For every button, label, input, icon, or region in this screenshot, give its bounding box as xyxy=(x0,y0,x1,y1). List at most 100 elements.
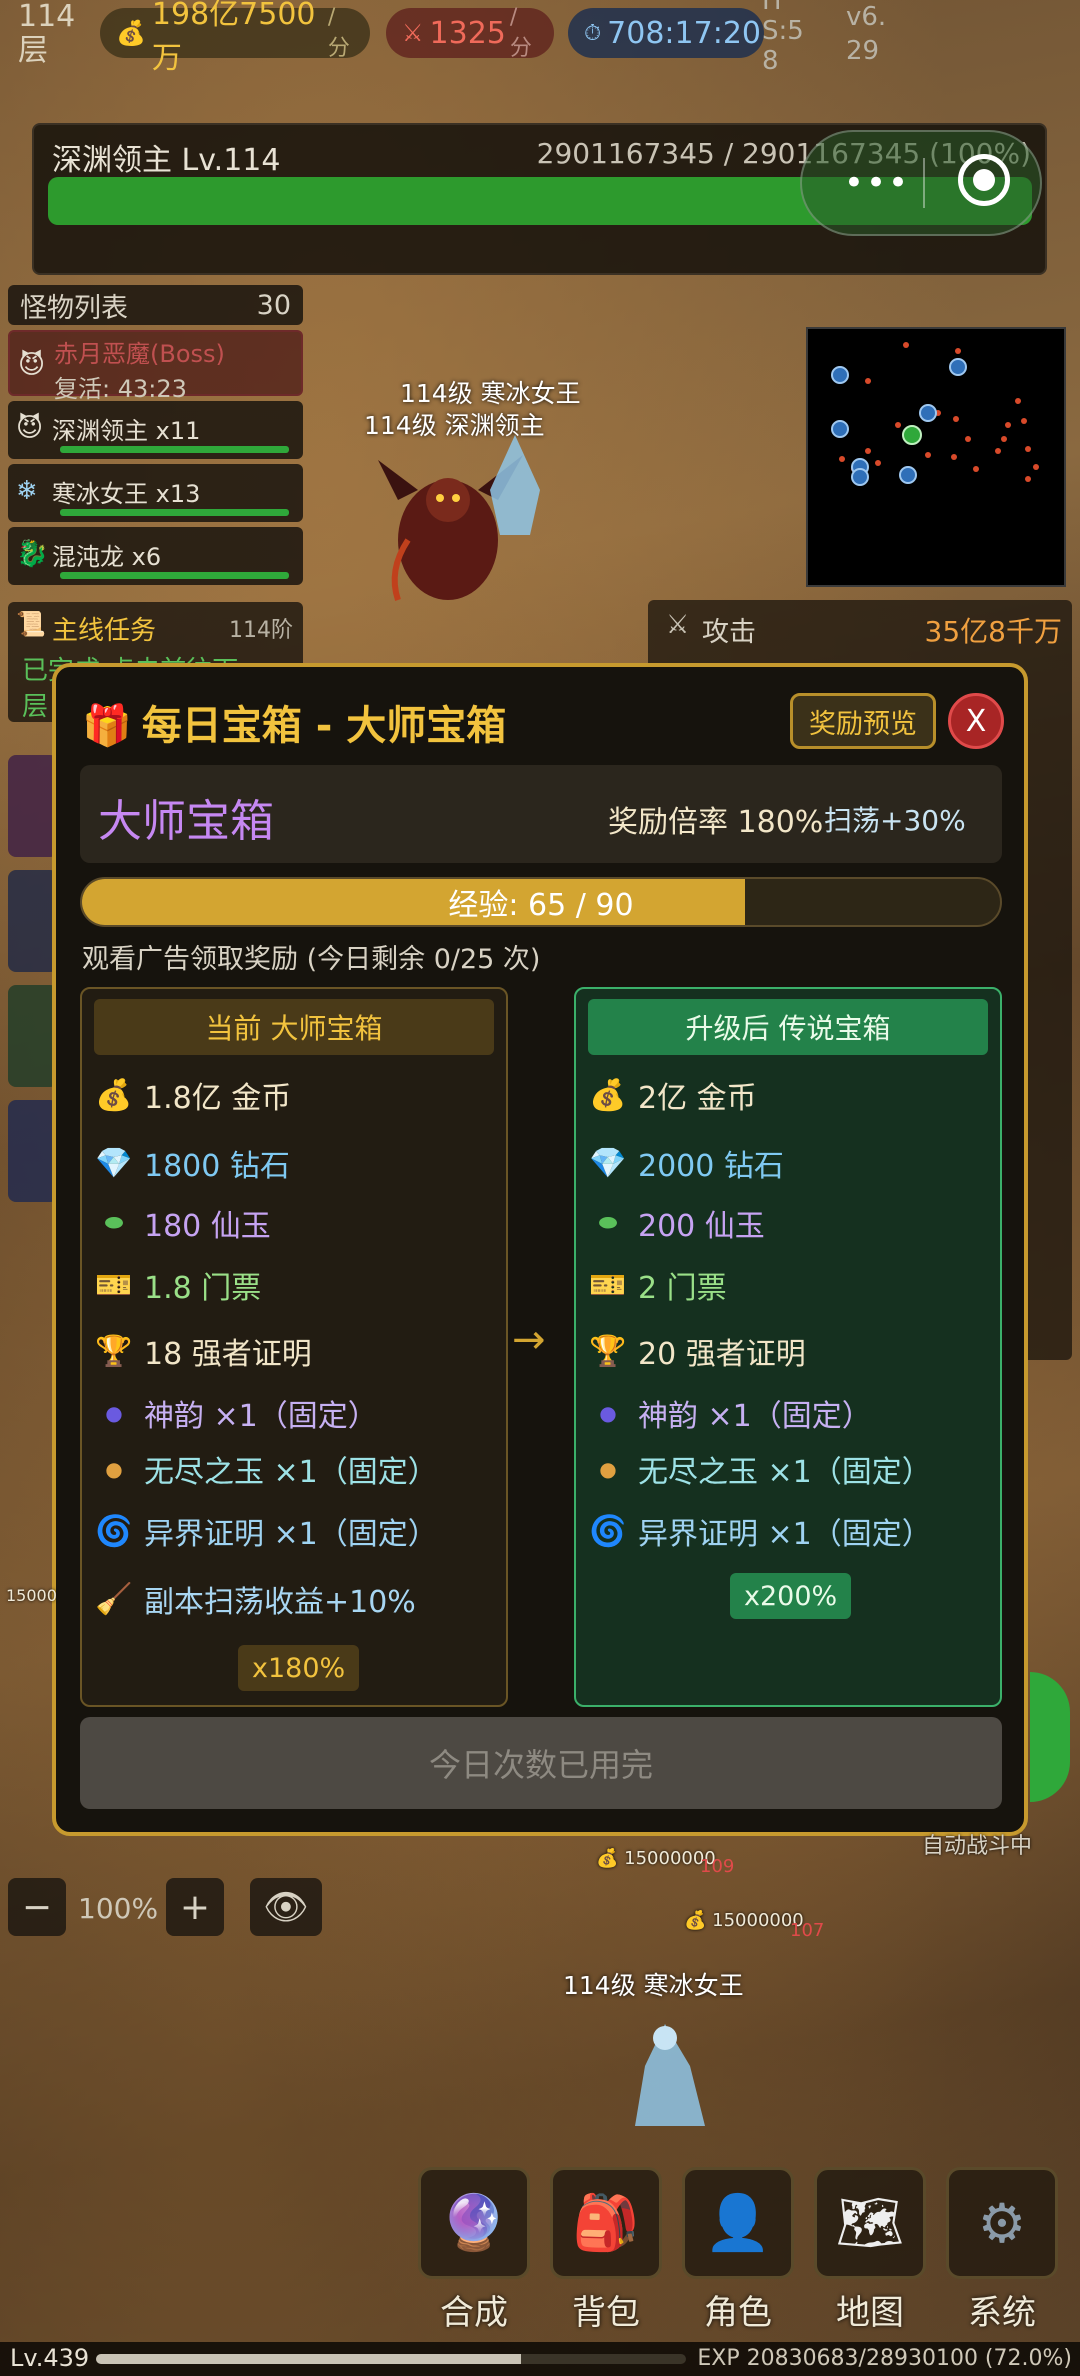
next-chest-column: 升级后 传说宝箱 💰 2亿 金币 💎 2000 钻石 ⬬ 200 仙玉 🎫 2 门票 🏆… xyxy=(574,987,1002,1707)
zoom-out-button[interactable]: − xyxy=(8,1878,66,1936)
nav-backpack[interactable]: 🎒 背包 xyxy=(550,2167,662,2334)
nav-system[interactable]: ⚙ 系统 xyxy=(946,2167,1058,2334)
sweep-bonus: 扫荡+30% xyxy=(824,804,966,837)
trophy-icon: 🏆 xyxy=(95,1333,133,1369)
reward-row: 🎫 1.8 门票 xyxy=(94,1263,261,1307)
reward-text: 1800 钻石 xyxy=(144,1149,290,1184)
capsule-close-icon[interactable] xyxy=(958,154,1010,206)
swords-icon: ⚔ xyxy=(402,19,424,47)
daily-chest-modal: 🎁 每日宝箱 - 大师宝箱 奖励预览 X 大师宝箱 奖励倍率 180% 扫荡+30… xyxy=(52,663,1028,1836)
attack-value: 35亿8千万 xyxy=(924,615,1062,648)
reward-row: 💰 2亿 金币 xyxy=(588,1073,756,1117)
reward-text: 神韵 ×1（固定） xyxy=(144,1399,378,1434)
crystal-ball-icon: 🔮 xyxy=(418,2167,530,2279)
reward-row: ⬬ 200 仙玉 xyxy=(588,1201,765,1245)
capsule-divider xyxy=(923,158,925,208)
orb-gold-icon: ● xyxy=(599,1457,617,1481)
reward-row: ⬬ 180 仙玉 xyxy=(94,1201,271,1245)
side-card-2[interactable] xyxy=(8,870,58,972)
reward-text: 副本扫荡收益+10% xyxy=(144,1585,416,1620)
player-level: Lv.439 xyxy=(10,2344,90,2372)
damage-number: 109 xyxy=(700,1856,735,1877)
monster-list-item[interactable]: 🐉 混沌龙 x6 xyxy=(8,527,303,585)
monster-hp-bar xyxy=(60,446,289,453)
nav-character[interactable]: 👤 角色 xyxy=(682,2167,794,2334)
demon-icon: 😈 xyxy=(18,350,46,380)
ice-queen-sprite-top[interactable] xyxy=(480,430,550,540)
monster-list-item-boss[interactable]: 😈 赤月恶魔(Boss) 复活: 43:23 xyxy=(8,330,303,403)
side-card-1[interactable] xyxy=(8,755,58,857)
boss-monster-name: 赤月恶魔(Boss) xyxy=(54,340,225,368)
reward-preview-button[interactable]: 奖励预览 xyxy=(790,693,936,749)
nav-merge[interactable]: 🔮 合成 xyxy=(418,2167,530,2334)
monster-list-item[interactable]: 😈 深渊领主 x11 xyxy=(8,401,303,459)
chest-tier-name: 大师宝箱 xyxy=(98,796,274,847)
player-exp-bar: Lv.439 EXP 20830683/28930100 (72.0%) xyxy=(0,2342,1080,2376)
reward-row: 🏆 18 强者证明 xyxy=(94,1329,312,1373)
ice-queen-sprite-bottom[interactable] xyxy=(610,2016,720,2136)
monster-hp-bar xyxy=(60,509,289,516)
side-card-3[interactable] xyxy=(8,985,58,1087)
drop-label-side: 15000 xyxy=(6,1586,57,1605)
current-chest-header: 当前 大师宝箱 xyxy=(94,999,494,1055)
server-line-3: 8 xyxy=(762,46,779,76)
close-button[interactable]: X xyxy=(948,693,1004,749)
ticket-icon: 🎫 xyxy=(589,1267,627,1303)
reward-row: ● 神韵 ×1（固定） xyxy=(588,1391,872,1435)
nav-label: 地图 xyxy=(836,2293,904,2333)
watch-ad-hint: 观看广告领取奖励 (今日剩余 0/25 次) xyxy=(82,944,541,975)
boss-name: 深渊领主 Lv.114 xyxy=(52,143,281,178)
reward-text: 无尽之玉 ×1（固定） xyxy=(144,1455,438,1490)
zoom-in-button[interactable]: + xyxy=(166,1878,224,1936)
nav-map[interactable]: 🗺 地图 xyxy=(814,2167,926,2334)
orb-gold-icon: ● xyxy=(105,1457,123,1481)
backpack-icon: 🎒 xyxy=(550,2167,662,2279)
side-card-4[interactable] xyxy=(8,1100,58,1202)
money-bag-icon: 💰 xyxy=(589,1077,627,1113)
boss-respawn-timer: 复活: 43:23 xyxy=(54,375,187,403)
floor-number: 114 xyxy=(18,0,76,34)
gold-rate-value: 198亿7500万 xyxy=(151,0,316,76)
gift-icon: 🎁 xyxy=(82,703,132,749)
reward-text: 无尽之玉 ×1（固定） xyxy=(638,1455,932,1490)
version-line-2: 29 xyxy=(846,36,880,66)
nav-label: 合成 xyxy=(440,2293,508,2333)
more-dots-icon[interactable]: ••• xyxy=(832,160,922,206)
drop-label: 💰 15000000 xyxy=(596,1848,716,1869)
gold-rate-pill: 💰 198亿7500万 /分 xyxy=(100,0,370,76)
floor-unit: 层 xyxy=(18,33,48,68)
capsule-menu: ••• xyxy=(800,130,1042,236)
trophy-icon: 🏆 xyxy=(589,1333,627,1369)
attack-rate-unit: /分 xyxy=(509,4,532,61)
minimap[interactable] xyxy=(806,327,1066,587)
reward-row: 🌀 异界证明 ×1（固定） xyxy=(588,1509,931,1553)
chest-exp-text: 经验: 65 / 90 xyxy=(448,888,634,923)
claim-button-disabled[interactable]: 今日次数已用完 xyxy=(80,1717,1002,1809)
monster-name: 深渊领主 x11 xyxy=(52,417,201,445)
attack-rate-pill: ⚔ 1325 /分 xyxy=(386,5,554,61)
swirl-icon: 🌀 xyxy=(95,1513,133,1549)
monster-list-item[interactable]: ❄ 寒冰女王 x13 xyxy=(8,464,303,522)
chest-tier-bar: 大师宝箱 奖励倍率 180% 扫荡+30% xyxy=(80,765,1002,863)
modal-title-text: 每日宝箱 - 大师宝箱 xyxy=(141,703,507,749)
reward-text: 200 仙玉 xyxy=(638,1209,765,1244)
reward-text: 异界证明 ×1（固定） xyxy=(144,1517,438,1552)
jade-icon: ⬬ xyxy=(598,1210,618,1236)
upgrade-arrow-icon: → xyxy=(512,1317,546,1363)
auto-battle-button[interactable] xyxy=(1030,1672,1070,1802)
eye-icon[interactable]: 👁 xyxy=(250,1878,322,1936)
next-chest-header: 升级后 传说宝箱 xyxy=(588,999,988,1055)
ice-queen-label-top: 114级 寒冰女王 xyxy=(400,379,581,408)
chest-exp-bar: 经验: 65 / 90 xyxy=(80,877,1002,927)
reward-row: ● 神韵 ×1（固定） xyxy=(94,1391,378,1435)
orb-dark-icon: ● xyxy=(599,1401,617,1425)
reward-text: 18 强者证明 xyxy=(144,1337,312,1372)
person-icon: 👤 xyxy=(682,2167,794,2279)
swords-icon: ⚔ xyxy=(666,610,690,640)
timer-value: 708:17:20 xyxy=(607,15,761,51)
modal-title: 🎁 每日宝箱 - 大师宝箱 xyxy=(82,693,506,751)
dragon-icon: 🐉 xyxy=(16,539,49,569)
reward-text: 2000 钻石 xyxy=(638,1149,784,1184)
reward-text: 20 强者证明 xyxy=(638,1337,806,1372)
server-line-2: S:5 xyxy=(762,16,804,46)
